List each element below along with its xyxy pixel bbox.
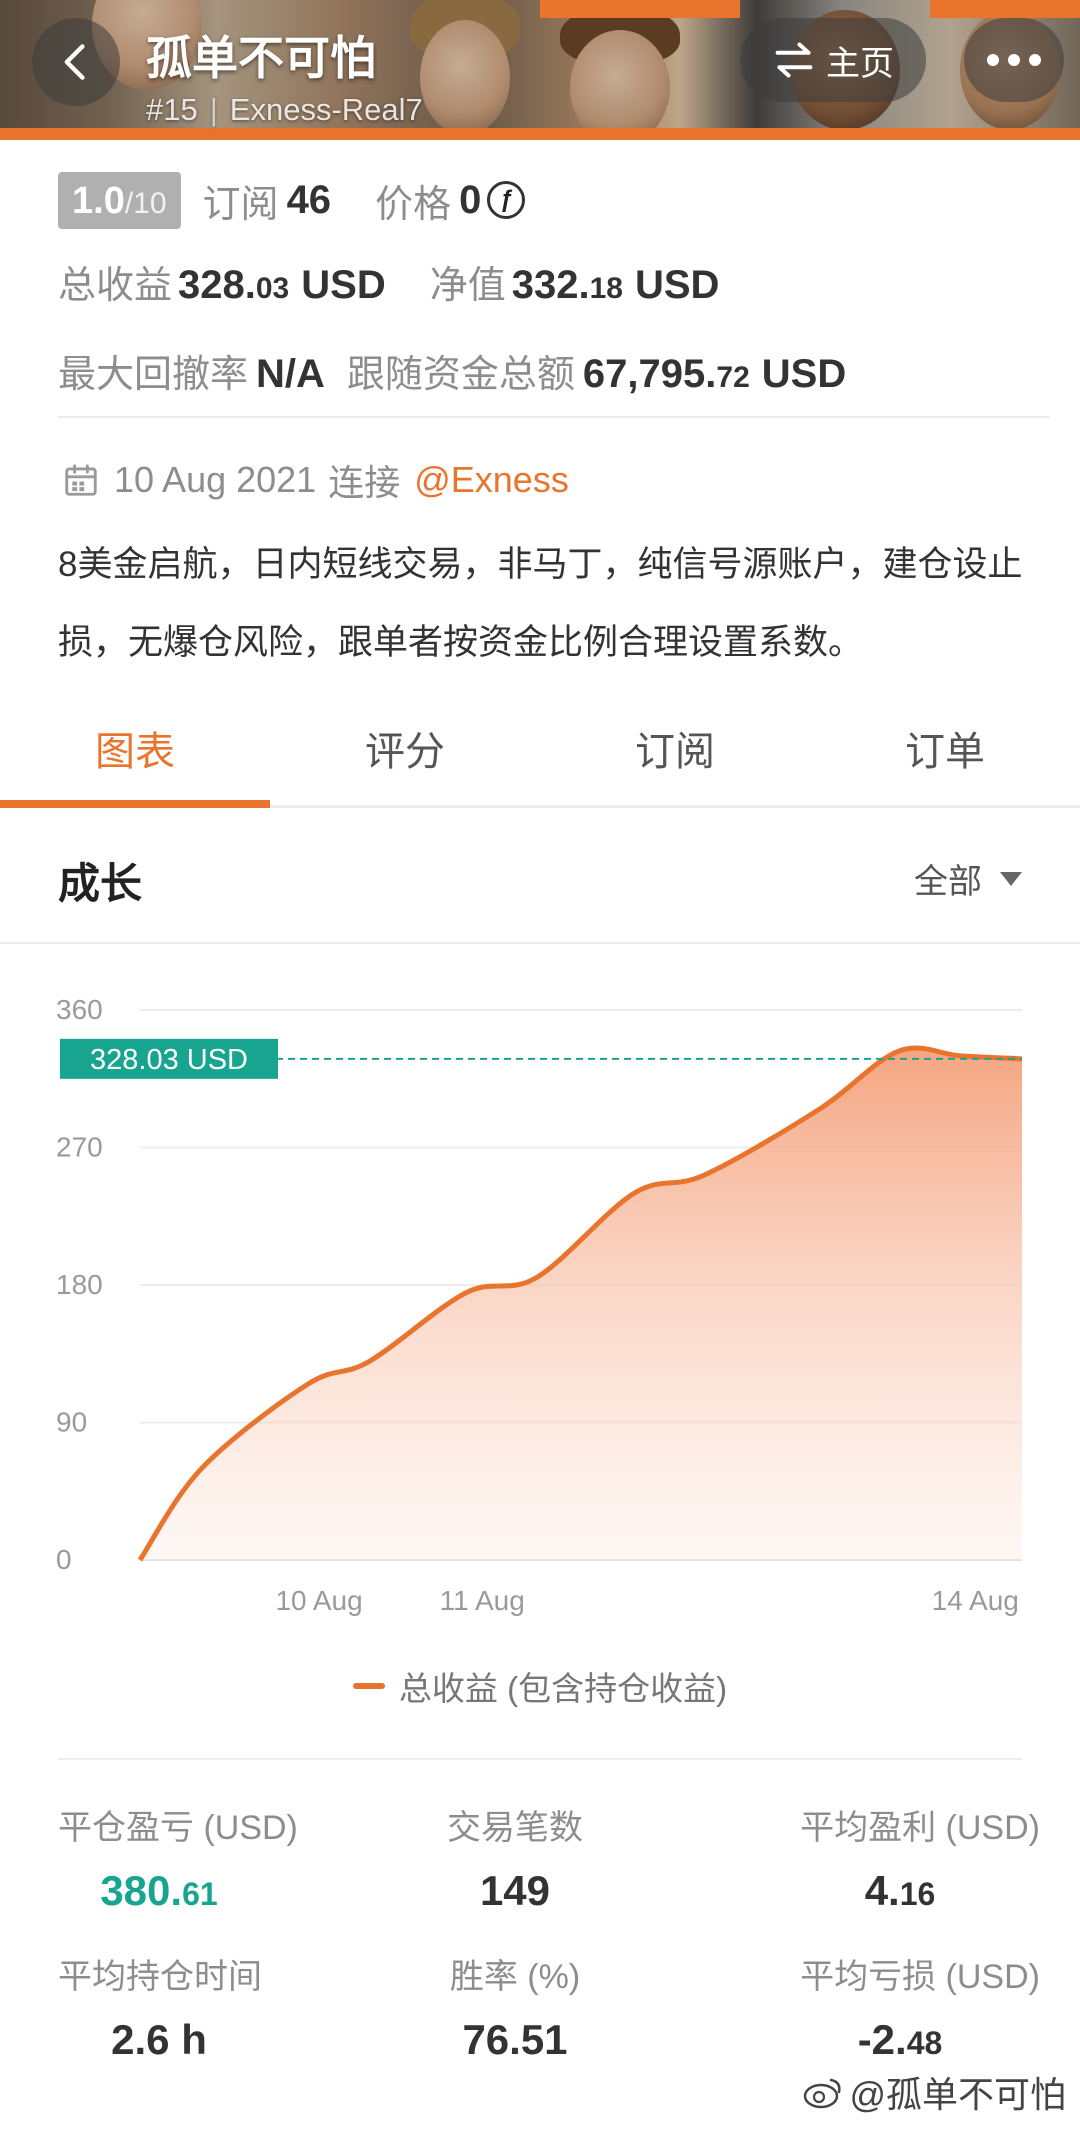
- y-tick-label: 360: [56, 994, 103, 1025]
- watermark: @孤单不可怕: [801, 2066, 1066, 2118]
- growth-chart-svg: 328.03 USD 0 90 180 270 360 10 Aug 11 Aug 14 Au…: [56, 994, 1023, 1616]
- x-tick-label: 11 Aug: [440, 1585, 525, 1616]
- tab-subscribe[interactable]: 订阅: [540, 712, 810, 805]
- account-label: Exness-Real7: [229, 92, 423, 127]
- x-tick-label: 10 Aug: [275, 1585, 362, 1616]
- y-tick-label: 0: [56, 1544, 72, 1575]
- total-profit-unit: USD: [301, 263, 386, 307]
- divider: [58, 416, 1050, 418]
- broker-link[interactable]: @Exness: [414, 459, 569, 501]
- signal-description: 8美金启航，日内短线交易，非马丁，纯信号源账户，建仓设止损，无爆仓风险，跟单者按…: [58, 545, 1023, 662]
- account-subtitle: #15 | Exness-Real7: [146, 92, 423, 127]
- subscribe-count: 46: [286, 177, 332, 222]
- follow-funds-label: 跟随资金总额: [346, 354, 575, 396]
- more-dots-icon: [987, 54, 999, 66]
- tab-bar: 图表 评分 订阅 订单: [0, 712, 1080, 808]
- connection-label: 连接: [328, 462, 401, 503]
- rating-value: 1.0: [72, 179, 125, 222]
- connection-info: 10 Aug 2021 连接 @Exness: [62, 454, 569, 506]
- chart-legend: 总收益 (包含持仓收益): [0, 1662, 1080, 1710]
- total-profit-label: 总收益: [58, 265, 173, 307]
- current-value-label: 328.03 USD: [90, 1044, 248, 1076]
- total-profit-value: 328.03: [178, 263, 290, 307]
- range-dropdown-label: 全部: [914, 863, 982, 901]
- summary-trade-count: 交易笔数 149: [447, 1809, 583, 1914]
- y-tick-label: 180: [56, 1269, 103, 1300]
- summary-avg-hold-time: 平均持仓时间 2.6 h: [58, 1958, 262, 2063]
- series-area: [140, 1048, 1022, 1560]
- equity-value: 332.18: [511, 263, 623, 307]
- chevron-left-icon: [64, 44, 85, 80]
- legend-swatch: [352, 1683, 385, 1689]
- trade-summary: 平仓盈亏 (USD) 380.61 交易笔数 149 平均盈利 (USD) 4.…: [40, 1800, 1040, 2064]
- caret-down-icon: [1000, 871, 1022, 886]
- connection-date: 10 Aug 2021: [114, 459, 317, 500]
- growth-title: 成长: [58, 860, 143, 907]
- subscribe-label: 订阅: [202, 183, 279, 226]
- coin-icon: ƒ: [487, 181, 526, 219]
- page-title: 孤单不可怕: [146, 32, 376, 84]
- legend-label: 总收益 (包含持仓收益): [398, 1670, 728, 1707]
- calendar-icon: [65, 464, 97, 496]
- more-button[interactable]: [964, 18, 1064, 102]
- tab-chart[interactable]: 图表: [0, 712, 270, 808]
- swap-arrows-icon: [775, 42, 813, 78]
- growth-section-header: 成长 全部: [0, 812, 1080, 944]
- x-tick-label: 14 Aug: [932, 1585, 1019, 1616]
- summary-win-rate: 胜率 (%) 76.51: [449, 1958, 581, 2063]
- follow-funds-value: 67,795.72: [582, 352, 750, 396]
- rank-label: #15: [146, 92, 198, 127]
- summary-closed-pnl: 平仓盈亏 (USD) 380.61: [58, 1809, 298, 1914]
- growth-chart: 328.03 USD 0 90 180 270 360 10 Aug 11 Aug 14 Au…: [0, 960, 1080, 1660]
- tab-rating[interactable]: 评分: [270, 712, 540, 805]
- price-label: 价格: [375, 183, 452, 226]
- home-button-label: 主页: [826, 44, 894, 83]
- tab-orders[interactable]: 订单: [810, 712, 1080, 805]
- max-drawdown-value: N/A: [256, 352, 325, 396]
- equity-label: 净值: [429, 265, 506, 307]
- home-button[interactable]: 主页: [740, 18, 926, 102]
- max-drawdown-label: 最大回撤率: [58, 354, 249, 396]
- profile-header-banner: 孤单不可怕 #15 | Exness-Real7 主页: [0, 0, 1080, 140]
- follow-funds-unit: USD: [761, 352, 847, 396]
- summary-avg-loss: 平均亏损 (USD) -2.48: [800, 1958, 1040, 2063]
- back-button[interactable]: [32, 18, 120, 106]
- y-tick-label: 90: [56, 1407, 87, 1438]
- rating-badge: 1.0/10: [58, 171, 181, 229]
- equity-unit: USD: [634, 263, 720, 307]
- price-value: 0: [459, 177, 482, 222]
- weibo-logo-icon: [804, 2078, 842, 2109]
- y-tick-label: 270: [56, 1132, 103, 1163]
- signal-stats: 1.0/10 订阅 46 价格 0 ƒ 总收益 328.03 USD 净值 33…: [58, 168, 1048, 398]
- divider: [58, 1758, 1022, 1760]
- rating-max: /10: [124, 186, 167, 220]
- range-dropdown[interactable]: 全部: [914, 854, 1024, 903]
- summary-avg-profit: 平均盈利 (USD) 4.16: [800, 1809, 1040, 1914]
